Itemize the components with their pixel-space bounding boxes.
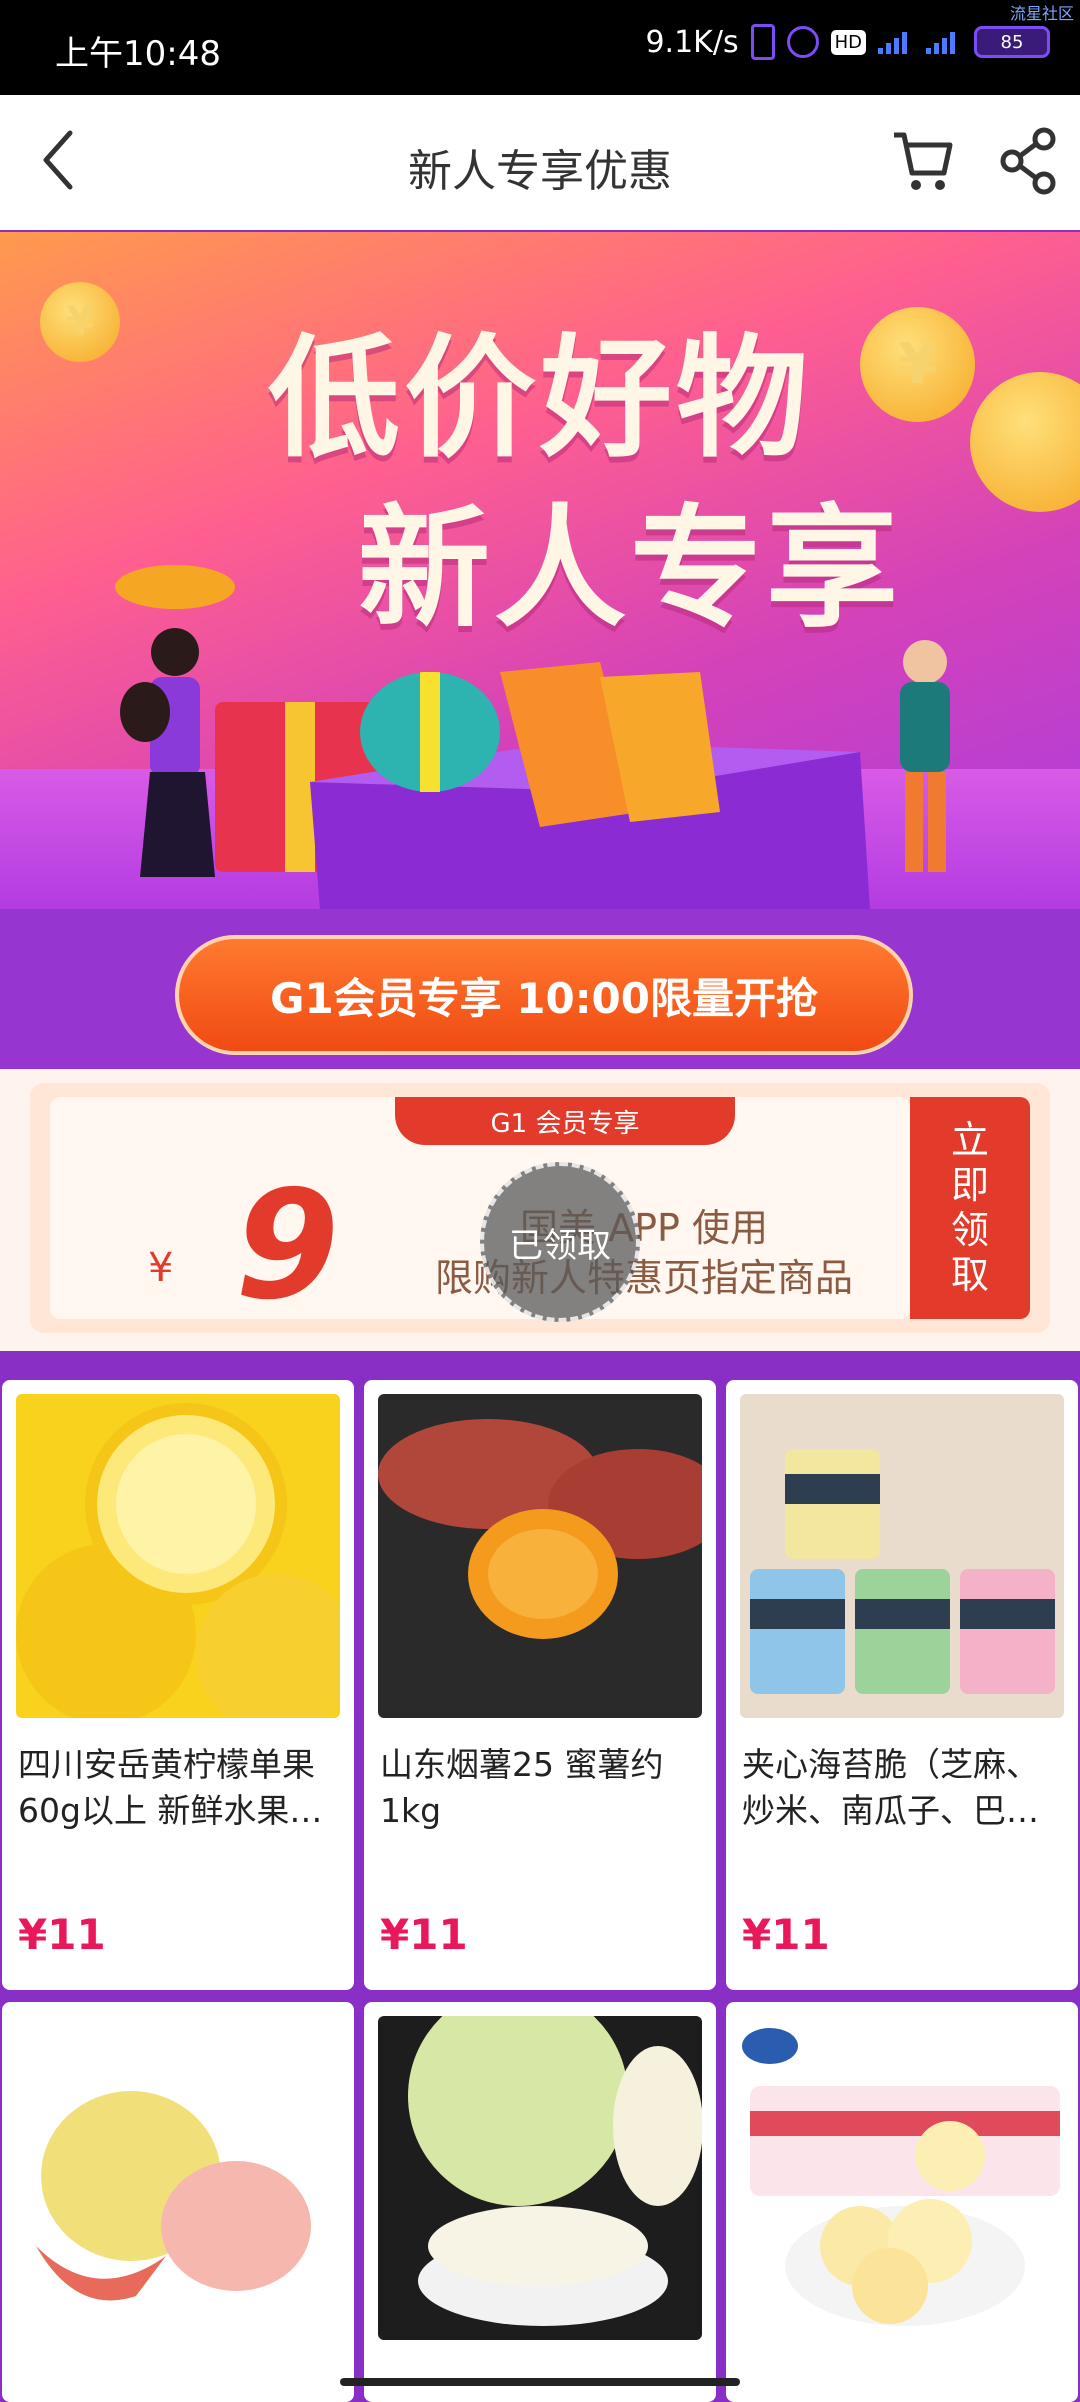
product-card[interactable]: 四川安岳黄柠檬单果60g以上 新鲜水果… ¥11 xyxy=(2,1380,354,1990)
coupon-currency: ¥ xyxy=(148,1245,174,1291)
coupon-tag: G1 会员专享 xyxy=(395,1097,735,1145)
product-card[interactable] xyxy=(2,2002,354,2402)
product-name: 夹心海苔脆（芝麻、炒米、南瓜子、巴… xyxy=(742,1745,1039,1830)
net-speed: 9.1K/s xyxy=(645,24,739,60)
claimed-stamp: 已领取 xyxy=(480,1162,640,1322)
product-price: ¥11 xyxy=(380,1910,468,1959)
claim-coupon-button[interactable]: 立即领取 xyxy=(910,1097,1030,1319)
signal-4g-icon xyxy=(878,30,914,54)
grab-section: G1会员专享 10:00限量开抢 xyxy=(0,909,1080,1069)
product-image-pomelo-red xyxy=(16,2016,340,2340)
cart-icon[interactable] xyxy=(890,125,954,199)
product-card[interactable] xyxy=(364,2002,716,2402)
product-price: ¥11 xyxy=(742,1910,830,1959)
hd-icon: HD xyxy=(830,29,866,55)
claim-coupon-label: 立即领取 xyxy=(950,1118,989,1297)
signal-5g-icon xyxy=(926,30,962,54)
battery-icon: 85 xyxy=(974,26,1050,58)
banner-illustration xyxy=(115,565,950,909)
alarm-icon xyxy=(786,26,819,58)
product-image-kong-bread xyxy=(740,2016,1064,2340)
watermark-text: 流星社区 xyxy=(1009,4,1074,23)
coupon-amount: 9 xyxy=(235,1159,340,1333)
product-image-seaweed xyxy=(740,1394,1064,1718)
product-card[interactable]: 山东烟薯25 蜜薯约1kg ¥11 xyxy=(364,1380,716,1990)
product-name: 四川安岳黄柠檬单果60g以上 新鲜水果… xyxy=(18,1745,323,1830)
coupon-ticket: G1 会员专享 ¥ 9 国美 APP 使用 限购新人特惠页指定商品 已领取 xyxy=(50,1097,910,1333)
home-indicator[interactable] xyxy=(340,2378,740,2386)
status-bar: 上午10:48 9.1K/s HD 85 流星社区 xyxy=(0,0,1080,95)
status-time: 上午10:48 xyxy=(55,34,221,74)
status-icons: 9.1K/s HD 85 xyxy=(645,24,1050,60)
member-grab-button[interactable]: G1会员专享 10:00限量开抢 xyxy=(175,935,913,1055)
promo-banner: ¥ ¥ 低价好物 新人专享 xyxy=(0,232,1080,909)
coupon-section: G1 会员专享 ¥ 9 国美 APP 使用 限购新人特惠页指定商品 已领取 立即… xyxy=(0,1069,1080,1351)
coupon-card: G1 会员专享 ¥ 9 国美 APP 使用 限购新人特惠页指定商品 已领取 立即… xyxy=(30,1083,1050,1333)
product-name: 山东烟薯25 蜜薯约1kg xyxy=(380,1745,664,1830)
share-icon[interactable] xyxy=(1000,125,1056,199)
product-image-lemon xyxy=(16,1394,340,1718)
product-card[interactable] xyxy=(726,2002,1078,2402)
product-price: ¥11 xyxy=(18,1910,106,1959)
product-image-pomelo-white xyxy=(378,2016,702,2340)
product-image-sweet-potato xyxy=(378,1394,702,1718)
product-card[interactable]: 夹心海苔脆（芝麻、炒米、南瓜子、巴… ¥11 xyxy=(726,1380,1078,1990)
nav-bar: 新人专享优惠 xyxy=(0,95,1080,230)
vibrate-icon xyxy=(750,24,775,60)
